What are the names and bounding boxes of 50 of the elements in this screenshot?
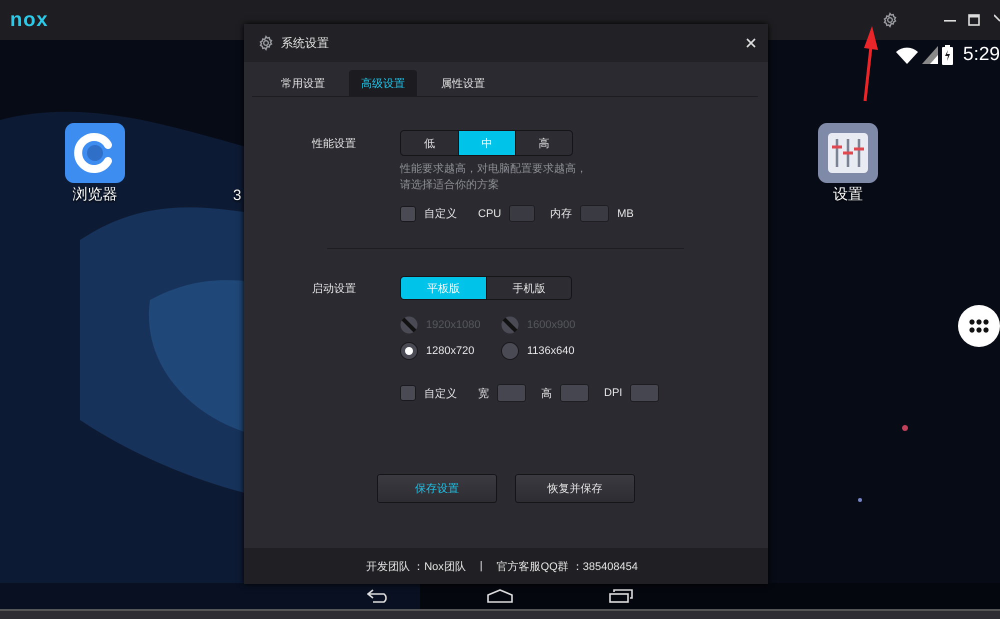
- app-logo: nox: [10, 8, 49, 32]
- radio-button[interactable]: [501, 342, 519, 360]
- app-label[interactable]: 3: [233, 187, 242, 204]
- radio-label: 1136x640: [527, 345, 575, 357]
- restore-button[interactable]: 恢复并保存: [515, 474, 635, 503]
- hint-text: 性能要求越高，对电脑配置要求越高， 请选择适合你的方案: [400, 162, 588, 193]
- checkbox[interactable]: [400, 385, 416, 401]
- app-label[interactable]: 浏览器: [72, 185, 118, 204]
- app-label[interactable]: 设置: [833, 185, 863, 204]
- battery-icon: [942, 45, 954, 65]
- tab[interactable]: 高级设置: [349, 70, 417, 96]
- tab[interactable]: 常用设置: [269, 70, 337, 96]
- home-icon[interactable]: [487, 589, 513, 603]
- field-label: 启动设置: [312, 282, 357, 296]
- separator-text: |: [480, 560, 483, 572]
- settings-icon: [258, 35, 274, 51]
- qq-group-text: 官方客服QQ群 ：385408454: [496, 560, 638, 574]
- field-label: 高: [541, 386, 552, 400]
- input-field[interactable]: [560, 384, 589, 402]
- save-button[interactable]: 保存设置: [377, 474, 497, 503]
- browser-icon[interactable]: [65, 123, 125, 183]
- maximize-icon[interactable]: [968, 14, 980, 26]
- field-label: DPI: [604, 387, 622, 399]
- field-label: 内存: [550, 207, 572, 221]
- field-label: 性能设置: [312, 136, 357, 150]
- clock-time: 5:29: [963, 44, 1000, 66]
- field-label: CPU: [478, 208, 502, 220]
- input-field[interactable]: [630, 384, 660, 402]
- segment[interactable]: 高: [515, 131, 572, 155]
- signal-icon: [922, 46, 938, 64]
- recent-apps-icon[interactable]: [609, 589, 633, 603]
- input-field[interactable]: [580, 205, 610, 222]
- radio-button[interactable]: [400, 342, 418, 360]
- input-field[interactable]: [509, 205, 536, 222]
- checkbox-label: 自定义: [424, 386, 457, 400]
- team-text: 开发团队 ：Nox团队: [366, 560, 466, 574]
- wifi-icon: [896, 46, 918, 64]
- equalizer-icon[interactable]: [818, 123, 878, 183]
- checkbox[interactable]: [400, 206, 416, 222]
- segment[interactable]: 低: [401, 131, 458, 155]
- segment[interactable]: 手机版: [486, 277, 571, 299]
- settings-icon[interactable]: [882, 12, 898, 28]
- unit-label: MB: [617, 208, 634, 220]
- app-drawer-icon[interactable]: [958, 305, 1000, 347]
- dialog-title: 系统设置: [281, 34, 330, 52]
- input-field[interactable]: [497, 384, 526, 402]
- tab[interactable]: 属性设置: [429, 70, 497, 96]
- radio-label: 1280x720: [426, 345, 474, 357]
- checkbox-label: 自定义: [424, 206, 457, 221]
- field-label: 宽: [478, 386, 489, 400]
